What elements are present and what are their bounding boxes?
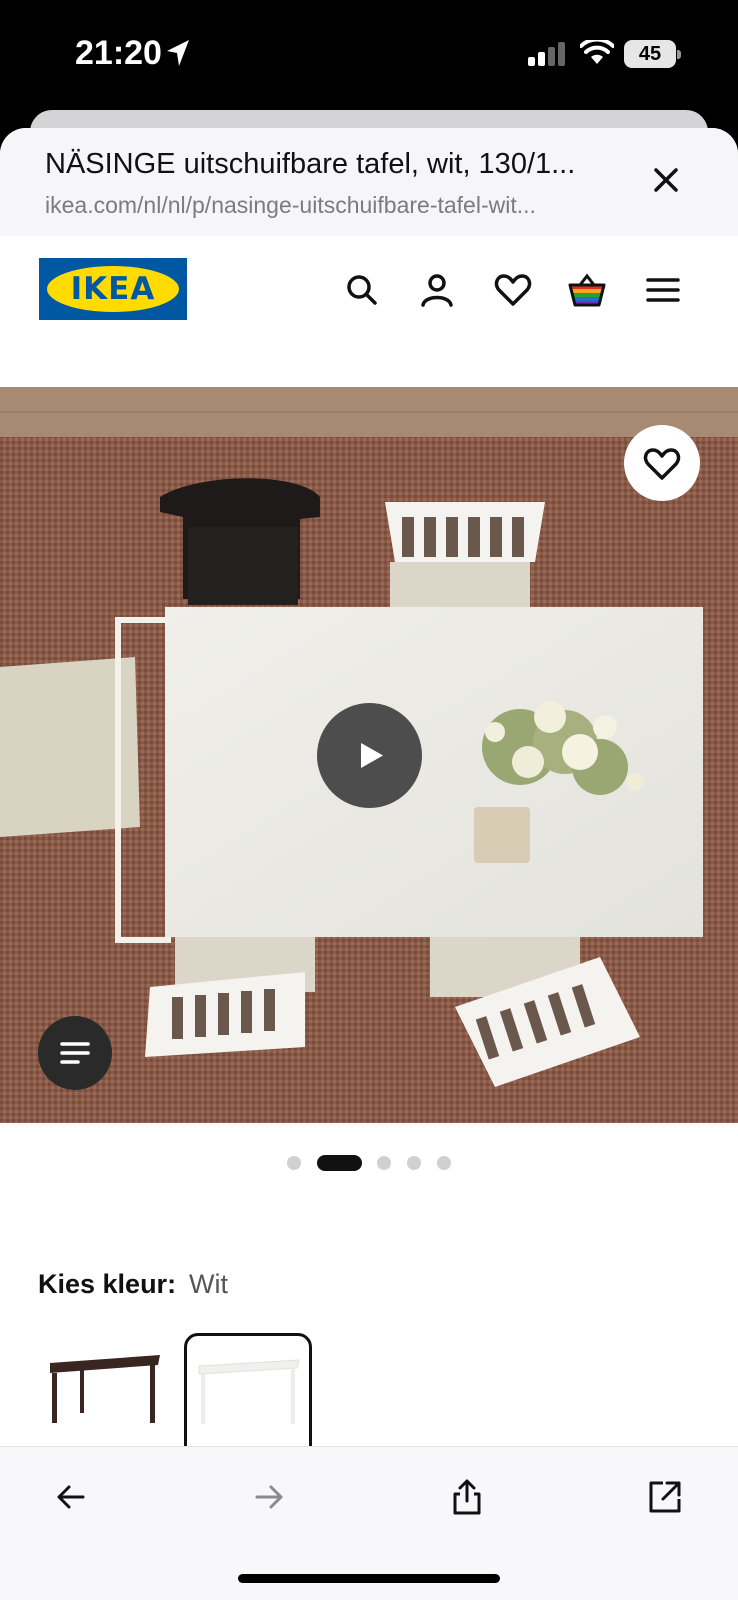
shopping-bag-icon[interactable] [567,270,607,310]
hamburger-menu-icon[interactable] [643,270,683,310]
forward-arrow-icon[interactable] [249,1477,289,1517]
white-chair-top [385,502,545,612]
back-arrow-icon[interactable] [51,1477,91,1517]
status-bar: 21:20 45 [0,0,738,110]
product-media[interactable] [0,387,738,1123]
page-title: NÄSINGE uitschuifbare tafel, wit, 130/1.… [45,148,576,180]
selected-color-value: Wit [189,1269,228,1299]
carousel-dot[interactable] [437,1156,451,1170]
heart-icon[interactable] [493,270,533,310]
carousel-dot[interactable] [287,1156,301,1170]
battery-cap [677,50,681,59]
home-indicator[interactable] [238,1574,500,1583]
color-picker-label: Kies kleur: [38,1269,177,1299]
close-icon[interactable] [648,162,684,198]
heart-icon [643,448,681,480]
carousel-dot-active[interactable] [317,1155,362,1171]
list-icon [60,1042,90,1064]
play-video-button[interactable] [317,703,422,808]
carousel-dot[interactable] [377,1156,391,1170]
site-header: IKEA [0,236,738,346]
address-bar[interactable]: NÄSINGE uitschuifbare tafel, wit, 130/1.… [0,128,738,236]
add-to-favourites-button[interactable] [624,425,700,501]
status-time: 21:20 [75,34,162,72]
wifi-icon [580,40,614,64]
play-icon [361,743,383,768]
carousel-pagination [0,1153,738,1173]
media-menu-button[interactable] [38,1016,112,1090]
page-url[interactable]: ikea.com/nl/nl/p/nasinge-uitschuifbare-t… [45,192,536,219]
browser-sheet: NÄSINGE uitschuifbare tafel, wit, 130/1.… [0,128,738,1600]
open-in-browser-icon[interactable] [645,1477,685,1517]
account-icon[interactable] [417,270,457,310]
location-arrow-icon [167,40,189,66]
battery-indicator: 45 [624,40,676,68]
carousel-dot[interactable] [407,1156,421,1170]
black-chair [160,478,320,605]
logo-text: IKEA [70,271,156,307]
ikea-logo[interactable]: IKEA [39,258,187,320]
cellular-signal-icon [528,42,565,66]
share-icon[interactable] [447,1477,487,1517]
search-icon[interactable] [342,270,382,310]
